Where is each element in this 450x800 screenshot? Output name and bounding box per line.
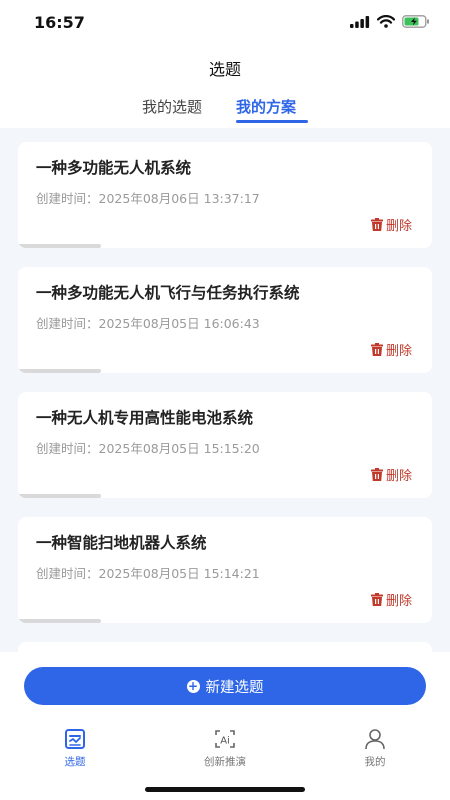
trash-icon (370, 218, 383, 231)
nav-item-innovation[interactable]: Ai 创新推演 (180, 726, 270, 769)
plus-icon: + (186, 678, 200, 693)
card-created-time: 创建时间：2025年08月05日 15:15:20 (36, 441, 260, 456)
active-tab-indicator (236, 120, 308, 123)
nav-label: 创新推演 (204, 756, 246, 768)
bottom-area: + 新建选题 选题 Ai 创新推演 我的 (0, 652, 450, 800)
nav-label: 我的 (364, 756, 386, 768)
bottom-nav: 选题 Ai 创新推演 我的 (0, 726, 450, 776)
profile-icon (365, 729, 385, 750)
tab-my-plans[interactable]: 我的方案 (236, 96, 296, 117)
delete-label: 删除 (385, 344, 412, 359)
header: 选题 我的选题 我的方案 (0, 44, 450, 128)
delete-label: 删除 (385, 594, 412, 609)
card-progress-bar (18, 619, 432, 623)
status-icons (350, 15, 430, 28)
battery-charging-icon (402, 15, 429, 28)
nav-label: 选题 (64, 756, 86, 768)
delete-label: 删除 (385, 469, 412, 484)
new-topic-label: 新建选题 (205, 679, 264, 696)
delete-label: 删除 (385, 219, 412, 234)
delete-button[interactable]: 删除 (370, 590, 412, 609)
plan-list: 一种多功能无人机系统 创建时间：2025年08月06日 13:37:17 删除 … (18, 142, 432, 642)
trash-icon (370, 343, 383, 356)
card-progress-bar (18, 244, 432, 248)
trash-icon (370, 468, 383, 481)
card-created-time: 创建时间：2025年08月06日 13:37:17 (36, 191, 260, 206)
topic-icon (65, 729, 85, 749)
plan-card[interactable]: 一种无人机专用高性能电池系统 创建时间：2025年08月05日 15:15:20… (18, 392, 432, 498)
card-created-time: 创建时间：2025年08月05日 16:06:43 (36, 316, 260, 331)
nav-item-mine[interactable]: 我的 (330, 726, 420, 769)
signal-icon (350, 15, 370, 28)
svg-text:Ai: Ai (220, 736, 230, 747)
card-title: 一种无人机专用高性能电池系统 (36, 409, 254, 427)
card-progress-bar (18, 369, 432, 373)
card-title: 一种智能扫地机器人系统 (36, 534, 207, 552)
trash-icon (370, 593, 383, 606)
page-title: 选题 (208, 60, 241, 79)
card-progress-bar (18, 494, 432, 498)
wifi-icon (377, 15, 395, 28)
delete-button[interactable]: 删除 (370, 215, 412, 234)
nav-item-topics[interactable]: 选题 (30, 726, 120, 769)
new-topic-button[interactable]: + 新建选题 (24, 667, 426, 705)
card-title: 一种多功能无人机飞行与任务执行系统 (36, 284, 300, 302)
tab-my-topics[interactable]: 我的选题 (142, 96, 202, 117)
ai-innovation-icon: Ai (215, 730, 235, 748)
tabs: 我的选题 我的方案 (0, 96, 450, 126)
home-indicator[interactable] (145, 787, 305, 792)
plan-card[interactable]: 一种多功能无人机飞行与任务执行系统 创建时间：2025年08月05日 16:06… (18, 267, 432, 373)
card-title: 一种多功能无人机系统 (36, 159, 192, 177)
delete-button[interactable]: 删除 (370, 340, 412, 359)
status-bar: 16:57 (0, 0, 450, 44)
plan-card[interactable]: 一种多功能无人机系统 创建时间：2025年08月06日 13:37:17 删除 (18, 142, 432, 248)
delete-button[interactable]: 删除 (370, 465, 412, 484)
card-created-time: 创建时间：2025年08月05日 15:14:21 (36, 566, 260, 581)
plan-card[interactable]: 一种智能扫地机器人系统 创建时间：2025年08月05日 15:14:21 删除 (18, 517, 432, 623)
status-time: 16:57 (34, 13, 85, 32)
